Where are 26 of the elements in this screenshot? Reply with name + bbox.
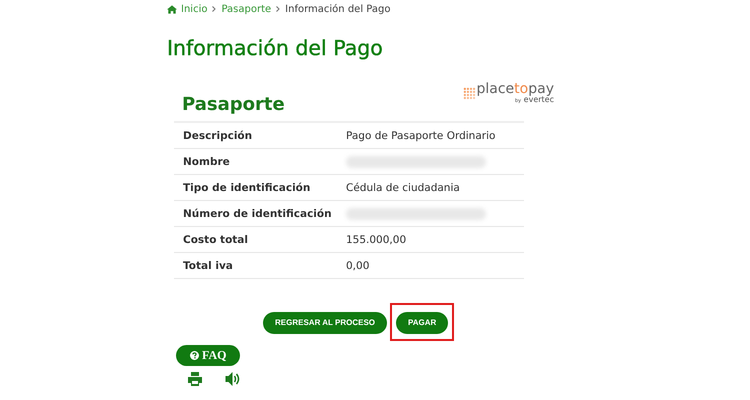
breadcrumb-link[interactable]: Pasaporte [221,4,272,14]
dots-icon [462,86,476,100]
action-button[interactable]: REGRESAR AL PROCESO [263,312,388,334]
card-title: Pasaporte [182,94,285,115]
field-value: 0,00 [337,252,524,278]
breadcrumb-current: Información del Pago [285,4,390,14]
chevron-icon [276,6,280,12]
field-label: Número de identificación [174,200,337,226]
field-value: Cédula de ciudadania [337,174,524,200]
faq-button[interactable]: FAQ [176,344,240,366]
page-title: Información del Pago [167,36,384,60]
brand-logo: placetopay [476,82,554,96]
breadcrumb-link[interactable]: Inicio [181,4,208,14]
field-value: 155.000,00 [337,226,524,252]
field-label: Costo total [174,226,337,252]
printer-icon[interactable] [187,372,203,386]
chevron-icon [212,6,216,12]
field-label: Descripción [174,122,337,148]
speaker-icon[interactable] [225,372,242,386]
help-icon [190,350,199,360]
field-label: Nombre [174,148,337,174]
home-icon [167,4,177,14]
field-label: Total iva [174,252,337,278]
field-label: Tipo de identificación [174,174,337,200]
field-value: Pago de Pasaporte Ordinario [337,122,524,148]
action-button[interactable]: PAGAR [396,312,448,334]
